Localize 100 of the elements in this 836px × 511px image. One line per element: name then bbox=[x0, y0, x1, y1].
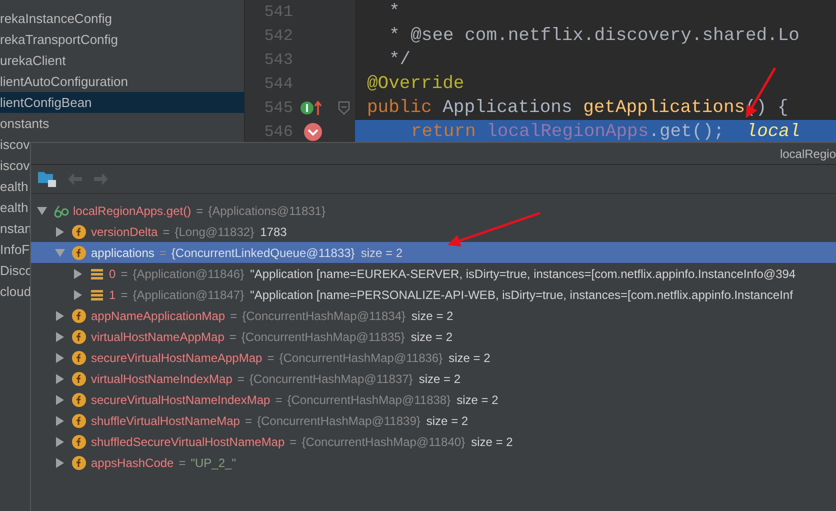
debug-tree-row[interactable]: shuffleVirtualHostNameMap = {ConcurrentHashMap@11839} size = 2 bbox=[31, 410, 836, 431]
debug-tree-row[interactable]: 1 = {Application@11847} "Application [name=PERSONALIZE-API-WEB, isDirty=true, instances=[com.netflix.appinfo.InstanceInf bbox=[31, 284, 836, 305]
variable-name: secureVirtualHostNameIndexMap bbox=[91, 392, 270, 406]
debug-tree-row[interactable]: shuffledSecureVirtualHostNameMap = {ConcurrentHashMap@11840} size = 2 bbox=[31, 431, 836, 452]
expand-triangle-icon[interactable] bbox=[55, 352, 65, 362]
field-icon bbox=[71, 392, 87, 408]
variable-name: shuffledSecureVirtualHostNameMap bbox=[91, 434, 285, 448]
equals-sign: = bbox=[290, 434, 297, 448]
object-type: {ConcurrentHashMap@11835} bbox=[241, 330, 405, 344]
object-type: {ConcurrentLinkedQueue@11833} bbox=[171, 246, 355, 260]
variable-name: 1 bbox=[109, 288, 116, 302]
expand-triangle-icon[interactable] bbox=[55, 394, 65, 404]
expand-triangle-icon[interactable] bbox=[55, 310, 65, 320]
field-icon bbox=[71, 308, 87, 324]
expand-triangle-icon[interactable] bbox=[55, 416, 65, 426]
code-token: return bbox=[411, 122, 477, 142]
variable-name: appNameApplicationMap bbox=[91, 308, 226, 322]
variable-value: "Application [name=EUREKA-SERVER, isDirty=true, instances=[com.netflix.appinfo.InstanceInfo@394 bbox=[250, 266, 796, 280]
variable-value: size = 2 bbox=[426, 414, 468, 428]
variable-value: size = 2 bbox=[418, 372, 461, 386]
project-tree-item[interactable]: rekaTransportConfig bbox=[0, 29, 244, 50]
object-type: {Application@11846} bbox=[132, 266, 244, 280]
expand-triangle-icon[interactable] bbox=[55, 332, 65, 342]
project-tree-item[interactable]: onstants bbox=[0, 113, 244, 134]
variable-value: size = 2 bbox=[448, 350, 490, 364]
field-icon bbox=[71, 412, 87, 428]
breakpoint-icon[interactable] bbox=[303, 122, 323, 142]
debug-tree-row[interactable]: virtualHostNameIndexMap = {ConcurrentHashMap@11837} size = 2 bbox=[31, 368, 836, 389]
object-type: {Application@11847} bbox=[132, 288, 244, 302]
field-icon bbox=[71, 454, 87, 470]
debug-tree-row[interactable]: 0 = {Application@11846} "Application [name=EUREKA-SERVER, isDirty=true, instances=[com.netflix.appinfo.InstanceInfo@394 bbox=[31, 263, 836, 284]
debug-tree-row[interactable]: secureVirtualHostNameAppMap = {ConcurrentHashMap@11836} size = 2 bbox=[31, 347, 836, 368]
code-token: getApplications bbox=[583, 98, 746, 118]
code-token: */ bbox=[389, 50, 411, 70]
fold-marker-icon[interactable] bbox=[338, 101, 350, 115]
variable-value: size = 2 bbox=[471, 434, 513, 448]
variable-value: size = 2 bbox=[456, 392, 498, 406]
equals-sign: = bbox=[178, 456, 186, 470]
project-tree-item[interactable]: lientConfigBean bbox=[0, 92, 244, 113]
object-type: {ConcurrentHashMap@11836} bbox=[279, 350, 443, 364]
field-icon bbox=[71, 244, 87, 260]
variable-name: secureVirtualHostNameAppMap bbox=[91, 350, 262, 364]
debug-tree-row[interactable]: appsHashCode = "UP_2_" bbox=[31, 452, 836, 473]
project-tree-item[interactable]: urekaClient bbox=[0, 50, 244, 71]
equals-sign: = bbox=[162, 224, 170, 238]
expand-triangle-icon[interactable] bbox=[73, 268, 83, 278]
variable-name: shuffleVirtualHostNameMap bbox=[91, 414, 240, 428]
equals-sign: = bbox=[229, 330, 236, 344]
code-token: * @see com.netflix.discovery.shared.Lo bbox=[389, 26, 800, 46]
expand-triangle-icon[interactable] bbox=[55, 458, 65, 468]
code-token: Applications bbox=[442, 98, 574, 118]
field-icon bbox=[71, 224, 87, 240]
object-type: {ConcurrentHashMap@11834} bbox=[242, 308, 406, 322]
code-token: .get(); bbox=[648, 122, 724, 142]
debug-tree-row[interactable]: versionDelta = {Long@11832} 1783 bbox=[31, 221, 836, 242]
field-icon bbox=[71, 370, 87, 386]
collapse-triangle-icon[interactable] bbox=[37, 206, 47, 216]
equals-sign: = bbox=[244, 414, 252, 428]
variable-value: 1783 bbox=[260, 224, 287, 238]
debug-tree-row[interactable]: appNameApplicationMap = {ConcurrentHashMap@11834} size = 2 bbox=[31, 305, 836, 326]
equals-sign: = bbox=[275, 392, 282, 406]
object-type: {Applications@11831} bbox=[208, 204, 326, 218]
variable-value: size = 2 bbox=[410, 330, 453, 344]
code-token: public bbox=[367, 98, 433, 118]
equals-sign: = bbox=[237, 372, 244, 386]
object-type: {ConcurrentHashMap@11837} bbox=[249, 372, 413, 386]
equals-sign: = bbox=[267, 350, 274, 364]
field-icon bbox=[71, 434, 87, 450]
variable-name: appsHashCode bbox=[91, 456, 174, 470]
debug-tree-row[interactable]: virtualHostNameAppMap = {ConcurrentHashMap@11835} size = 2 bbox=[31, 326, 836, 347]
object-type: {ConcurrentHashMap@11839} bbox=[256, 414, 420, 428]
variable-name: applications bbox=[91, 246, 154, 260]
equals-sign: = bbox=[230, 308, 238, 322]
expand-triangle-icon[interactable] bbox=[55, 374, 65, 384]
object-type: {ConcurrentHashMap@11838} bbox=[287, 392, 451, 406]
object-type: {ConcurrentHashMap@11840} bbox=[302, 434, 466, 448]
project-tree-item[interactable]: rekaInstanceConfig bbox=[0, 8, 244, 29]
variable-value: "Application [name=PERSONALIZE-API-WEB, isDirty=true, instances=[com.netflix.appinfo.InstanceInf bbox=[250, 288, 793, 302]
debug-tree-row[interactable]: applications = {ConcurrentLinkedQueue@11833} size = 2 bbox=[31, 242, 836, 263]
equals-sign: = bbox=[159, 246, 166, 260]
expand-triangle-icon[interactable] bbox=[55, 436, 65, 446]
debug-tree-row[interactable]: secureVirtualHostNameIndexMap = {ConcurrentHashMap@11838} size = 2 bbox=[31, 389, 836, 410]
project-tree-item[interactable]: lientAutoConfiguration bbox=[0, 71, 244, 92]
code-token: * bbox=[389, 2, 400, 22]
debug-tree-row[interactable]: localRegionApps.get() = {Applications@11831} bbox=[31, 200, 836, 221]
object-type: {Long@11832} bbox=[174, 224, 254, 238]
variable-value: size = 2 bbox=[412, 308, 454, 322]
code-token: local bbox=[746, 122, 800, 142]
field-icon bbox=[71, 328, 87, 344]
expand-triangle-icon[interactable] bbox=[73, 290, 83, 300]
equals-sign: = bbox=[120, 288, 128, 302]
variable-name: virtualHostNameIndexMap bbox=[91, 372, 232, 386]
variable-name: localRegionApps.get() bbox=[73, 204, 192, 218]
variable-value: size = 2 bbox=[360, 246, 403, 260]
variable-name: 0 bbox=[109, 266, 116, 280]
expand-triangle-icon[interactable] bbox=[55, 226, 65, 236]
folder-icon[interactable] bbox=[37, 170, 57, 188]
variable-value: "UP_2_" bbox=[190, 456, 236, 470]
code-token: @Override bbox=[367, 74, 464, 94]
variable-name: versionDelta bbox=[91, 224, 158, 238]
